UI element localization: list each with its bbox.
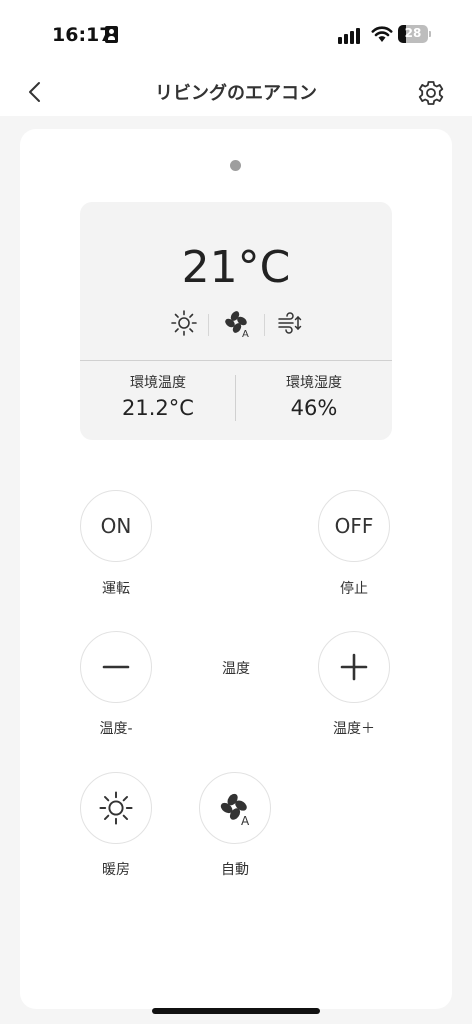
- battery-icon: 28: [398, 25, 428, 43]
- page-title: リビングのエアコン: [155, 83, 317, 104]
- fan-auto-icon: A: [220, 793, 250, 826]
- temp-up-label: 温度＋: [333, 721, 375, 737]
- heat-mode-label: 暖房: [102, 862, 130, 878]
- power-off-label: 停止: [340, 581, 368, 597]
- mode-icons-row: A: [80, 308, 392, 338]
- svg-text:A: A: [242, 329, 249, 338]
- settings-gear-icon[interactable]: [416, 78, 446, 108]
- page-indicator-dot: [230, 160, 241, 171]
- power-off-button[interactable]: OFF: [318, 490, 390, 562]
- fan-auto-icon: A: [225, 311, 249, 338]
- power-on-button[interactable]: ON: [80, 490, 152, 562]
- heat-mode-button[interactable]: [80, 772, 152, 844]
- ambient-humidity-value: 46%: [290, 396, 338, 420]
- battery-tip: [429, 31, 431, 37]
- sun-icon: [99, 791, 133, 825]
- plus-icon: [340, 653, 368, 681]
- minus-icon: [102, 665, 130, 669]
- wifi-icon: [371, 26, 393, 42]
- svg-text:A: A: [241, 814, 250, 826]
- power-on-label: 運転: [102, 581, 130, 597]
- cellular-signal-icon: [338, 27, 364, 44]
- contact-card-icon: [105, 26, 118, 43]
- sun-icon: [171, 310, 197, 336]
- temp-up-button[interactable]: [318, 631, 390, 703]
- home-indicator[interactable]: [152, 1008, 320, 1014]
- mode-separator: [264, 314, 265, 336]
- status-card: 21°C A 環境温度 21.2°C 環境湿度 46%: [80, 202, 392, 440]
- wind-swing-icon: [278, 312, 302, 334]
- nav-header: リビングのエアコン: [0, 70, 472, 116]
- temp-down-label: 温度-: [99, 721, 133, 737]
- power-off-text: OFF: [334, 514, 374, 538]
- temp-down-button[interactable]: [80, 631, 152, 703]
- ambient-humidity-label: 環境湿度: [286, 375, 342, 391]
- card-divider: [80, 360, 392, 361]
- mode-separator: [208, 314, 209, 336]
- fan-auto-button[interactable]: A: [199, 772, 271, 844]
- ambient-temp-label: 環境温度: [130, 375, 186, 391]
- status-bar: 16:17 28: [0, 0, 472, 70]
- ambient-temp-value: 21.2°C: [122, 396, 194, 420]
- set-temperature: 21°C: [181, 242, 291, 293]
- fan-auto-label: 自動: [221, 862, 249, 878]
- power-on-text: ON: [100, 514, 132, 538]
- battery-percent: 28: [404, 26, 422, 40]
- temperature-label: 温度: [222, 661, 250, 677]
- status-time: 16:17: [52, 24, 113, 46]
